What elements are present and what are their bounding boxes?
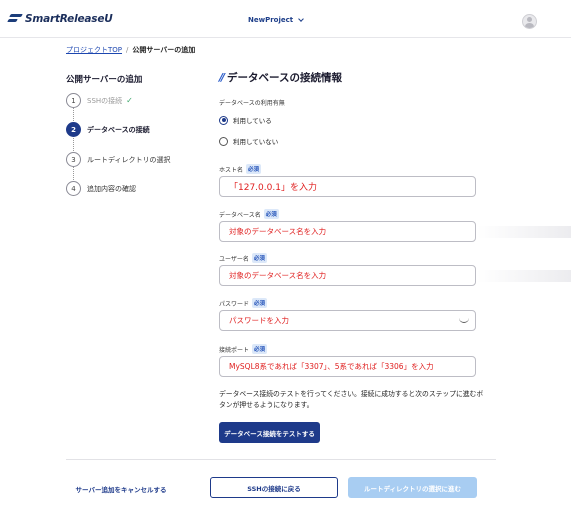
database-name-label: データベース名 必須 [219,209,279,219]
input-placeholder: 対象のデータベース名を入力 [229,227,327,236]
step-number: 4 [66,181,81,196]
step-label: SSHの接続 [87,96,123,105]
input-placeholder: 「127.0.0.1」を入力 [229,183,317,193]
back-button[interactable]: SSHの接続に戻る [210,477,338,498]
project-selector[interactable]: NewProject [248,16,304,24]
step-4: 4 追加内容の確認 [66,181,136,196]
radio-label: 利用していない [233,138,279,146]
breadcrumb-current: 公開サーバーの追加 [132,46,196,54]
host-input[interactable]: 「127.0.0.1」を入力 [219,176,476,197]
page-title: // データベースの接続情報 [219,70,342,85]
decorative-shade [477,270,571,282]
logo-text: SmartReleaseU [25,13,113,25]
next-button[interactable]: ルートディレクトリの選択に進む [348,477,477,498]
chevron-down-icon [298,16,304,22]
check-icon: ✓ [126,96,133,105]
breadcrumb-root-link[interactable]: プロジェクトTOP [66,45,122,55]
step-label: データベースの接続 [87,125,150,134]
port-label: 接続ポート 必須 [219,344,268,354]
step-connector [73,167,74,180]
password-label: パスワード 必須 [219,298,268,308]
usage-label: データベースの利用有無 [219,98,285,107]
required-badge: 必須 [252,298,268,308]
port-input[interactable]: MySQL8系であれば「3307」、5系であれば「3306」を入力 [219,356,476,377]
usage-label-text: データベースの利用有無 [219,100,285,107]
radio-label: 利用している [233,117,272,125]
step-label: ルートディレクトリの選択 [87,155,171,164]
input-placeholder: 対象のデータベース名を入力 [229,271,327,280]
radio-button-checked[interactable] [219,115,228,125]
host-label: ホスト名 必須 [219,164,262,174]
cancel-button[interactable]: サーバー追加をキャンセルする [66,478,176,499]
step-number: 1 [66,93,81,108]
step-number: 2 [66,122,81,137]
step-3: 3 ルートディレクトリの選択 [66,152,171,167]
input-placeholder: パスワードを入力 [229,316,289,325]
required-badge: 必須 [263,209,279,219]
step-label: 追加内容の確認 [87,184,136,193]
test-connection-button[interactable]: データベース接続をテストする [219,422,320,443]
database-name-input[interactable]: 対象のデータベース名を入力 [219,221,476,242]
logo-icon [8,13,22,25]
radio-not-using[interactable]: 利用していない [219,136,278,146]
breadcrumb: プロジェクトTOP / 公開サーバーの追加 [66,45,195,55]
footer-divider [66,459,496,460]
field-label-text: データベース名 [219,211,261,219]
field-label-text: 接続ポート [219,346,250,354]
step-number: 3 [66,152,81,167]
page-title-text: データベースの接続情報 [227,72,343,84]
radio-button[interactable] [219,136,228,146]
test-description: データベース接続のテストを行ってください。接続に成功すると次のステップに進むボタ… [219,390,484,409]
step-2: 2 データベースの接続 [66,122,150,137]
breadcrumb-separator: / [126,46,129,54]
field-label-text: パスワード [219,300,250,308]
field-label-text: ホスト名 [219,166,244,174]
input-placeholder: MySQL8系であれば「3307」、5系であれば「3306」を入力 [229,362,434,371]
required-badge: 必須 [252,344,268,354]
project-name: NewProject [248,16,294,24]
top-bar: SmartReleaseU NewProject [0,0,571,38]
required-badge: 必須 [246,164,262,174]
username-label: ユーザー名 必須 [219,253,267,263]
user-avatar[interactable] [522,14,537,29]
username-input[interactable]: 対象のデータベース名を入力 [219,265,476,286]
app-logo[interactable]: SmartReleaseU [8,13,113,25]
step-connector [73,108,74,121]
field-label-text: ユーザー名 [219,255,249,263]
eye-closed-icon[interactable] [459,317,469,323]
radio-using[interactable]: 利用している [219,115,272,125]
required-badge: 必須 [251,253,267,263]
password-input[interactable]: パスワードを入力 [219,310,476,331]
steps-title: 公開サーバーの追加 [66,75,143,85]
step-connector [73,138,74,151]
title-mark-icon: // [219,71,225,84]
step-1: 1 SSHの接続 ✓ [66,93,133,108]
decorative-shade [477,226,571,238]
